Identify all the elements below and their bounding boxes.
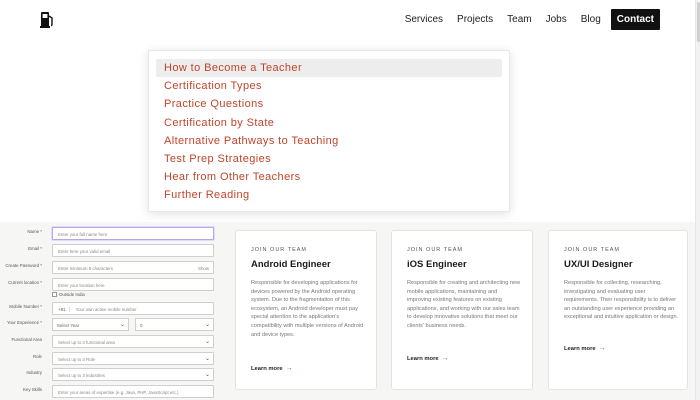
- job-card-ux-ui: JOIN OUR TEAM UX/UI Designer Responsible…: [548, 230, 688, 390]
- location-label: Current location *: [8, 280, 42, 285]
- industry-select[interactable]: Select up to 3 industries ⌄: [52, 368, 214, 381]
- job-card-android: JOIN OUR TEAM Android Engineer Responsib…: [235, 230, 377, 390]
- learn-more-link[interactable]: Learn more →: [407, 355, 449, 362]
- name-label: Name *: [27, 229, 42, 234]
- menu-item-alternative-pathways[interactable]: Alternative Pathways to Teaching: [156, 132, 502, 150]
- name-input[interactable]: Enter your full name here: [52, 227, 214, 240]
- key-skills-label: Key Skills: [22, 387, 42, 392]
- outside-india-checkbox[interactable]: [52, 292, 57, 297]
- functional-area-label: Functional Area: [11, 337, 42, 342]
- menu-item-hear-from-teachers[interactable]: Hear from Other Teachers: [156, 168, 502, 186]
- nav-contact-button[interactable]: Contact: [610, 9, 660, 30]
- nav-jobs[interactable]: Jobs: [539, 10, 574, 29]
- form-row-location: Current location * Enter your location h…: [0, 278, 216, 292]
- chevron-down-icon: ⌄: [119, 322, 125, 328]
- nav-team[interactable]: Team: [500, 10, 538, 29]
- card-title: Android Engineer: [251, 259, 331, 270]
- outside-india-label: Outside India: [59, 292, 85, 297]
- show-password-toggle[interactable]: Show: [198, 266, 209, 271]
- industry-placeholder: Select up to 3 industries: [58, 372, 105, 378]
- experience-year-value: Select Year: [57, 322, 80, 328]
- functional-area-placeholder: Select up to 3 functional area: [58, 339, 115, 345]
- card-description: Responsible for creating and architectin…: [407, 280, 521, 329]
- fuel-pump-logo-icon[interactable]: [40, 10, 54, 28]
- mobile-label: Mobile Number *: [9, 304, 42, 309]
- country-code: +91: [58, 306, 71, 312]
- arrow-right-icon: →: [285, 365, 293, 372]
- learn-more-label: Learn more: [564, 345, 596, 352]
- form-row-key-skills: Key Skills Enter your areas of expertise…: [0, 385, 216, 399]
- form-row-industry: Industry Select up to 3 industries ⌄: [0, 368, 216, 382]
- role-placeholder: Select up to 3 Role: [58, 356, 96, 362]
- learn-more-link[interactable]: Learn more →: [564, 345, 606, 352]
- card-eyebrow: JOIN OUR TEAM: [251, 247, 307, 253]
- password-input[interactable]: Enter minimum 8 characters Show: [52, 261, 214, 274]
- learn-more-label: Learn more: [251, 365, 283, 372]
- experience-year-select[interactable]: Select Year ⌄: [52, 318, 129, 331]
- nav-services[interactable]: Services: [398, 10, 450, 29]
- menu-item-practice-questions[interactable]: Practice Questions: [156, 95, 502, 113]
- main-nav: Services Projects Team Jobs Blog Contact: [398, 9, 660, 30]
- form-row-name: Name * Enter your full name here: [0, 227, 216, 241]
- form-row-email: Email * Enter here your valid email: [0, 244, 216, 258]
- card-description: Responsible for developing applications …: [251, 280, 364, 338]
- functional-area-select[interactable]: Select up to 3 functional area ⌄: [52, 335, 214, 348]
- chevron-down-icon: ⌄: [204, 339, 210, 345]
- form-row-functional-area: Functional Area Select up to 3 functiona…: [0, 335, 216, 349]
- form-row-role: Role Select up to 3 Role ⌄: [0, 352, 216, 366]
- chevron-down-icon: ⌄: [204, 372, 210, 378]
- menu-item-test-prep-strategies[interactable]: Test Prep Strategies: [156, 150, 502, 168]
- key-skills-input[interactable]: Enter your areas of expertise (e.g. Java…: [52, 385, 214, 398]
- menu-item-how-to-become-teacher[interactable]: How to Become a Teacher: [156, 59, 502, 78]
- mobile-input[interactable]: +91 Your own active mobile number: [52, 302, 214, 315]
- card-eyebrow: JOIN OUR TEAM: [407, 247, 463, 253]
- arrow-right-icon: →: [441, 355, 449, 362]
- menu-item-further-reading[interactable]: Further Reading: [156, 186, 502, 204]
- form-row-mobile: Mobile Number * +91 Your own active mobi…: [0, 302, 216, 316]
- teaching-dropdown-menu: How to Become a Teacher Certification Ty…: [148, 50, 510, 212]
- industry-label: Industry: [26, 370, 42, 375]
- menu-item-certification-by-state[interactable]: Certification by State: [156, 114, 502, 132]
- card-description: Responsible for collecting, researching,…: [564, 280, 679, 321]
- site-header: Services Projects Team Jobs Blog Contact: [0, 0, 700, 40]
- password-placeholder: Enter minimum 8 characters: [58, 265, 113, 271]
- role-select[interactable]: Select up to 3 Role ⌄: [52, 352, 214, 365]
- arrow-right-icon: →: [598, 345, 606, 352]
- email-label: Email *: [28, 246, 42, 251]
- card-eyebrow: JOIN OUR TEAM: [564, 247, 620, 253]
- card-title: iOS Engineer: [407, 259, 467, 270]
- experience-month-value: 0: [140, 322, 143, 328]
- page-scrollbar[interactable]: [695, 0, 700, 400]
- role-label: Role: [32, 354, 42, 359]
- menu-item-certification-types[interactable]: Certification Types: [156, 77, 502, 95]
- experience-label: Your Experience *: [7, 320, 42, 325]
- card-title: UX/UI Designer: [564, 259, 633, 270]
- mobile-placeholder: Your own active mobile number: [75, 306, 137, 312]
- form-row-experience: Your Experience * Select Year ⌄ 0 ⌄: [0, 318, 216, 332]
- nav-projects[interactable]: Projects: [450, 10, 500, 29]
- job-card-ios: JOIN OUR TEAM iOS Engineer Responsible f…: [391, 230, 533, 390]
- form-row-password: Create Password * Enter minimum 8 charac…: [0, 261, 216, 275]
- password-label: Create Password *: [5, 263, 42, 268]
- email-input[interactable]: Enter here your valid email: [52, 244, 214, 257]
- location-input[interactable]: Enter your location here: [52, 278, 214, 291]
- chevron-down-icon: ⌄: [204, 356, 210, 362]
- learn-more-label: Learn more: [407, 355, 439, 362]
- experience-month-select[interactable]: 0 ⌄: [135, 318, 214, 331]
- nav-blog[interactable]: Blog: [574, 10, 608, 29]
- outside-india-checkbox-row[interactable]: Outside India: [52, 292, 85, 297]
- chevron-down-icon: ⌄: [204, 322, 210, 328]
- learn-more-link[interactable]: Learn more →: [251, 365, 293, 372]
